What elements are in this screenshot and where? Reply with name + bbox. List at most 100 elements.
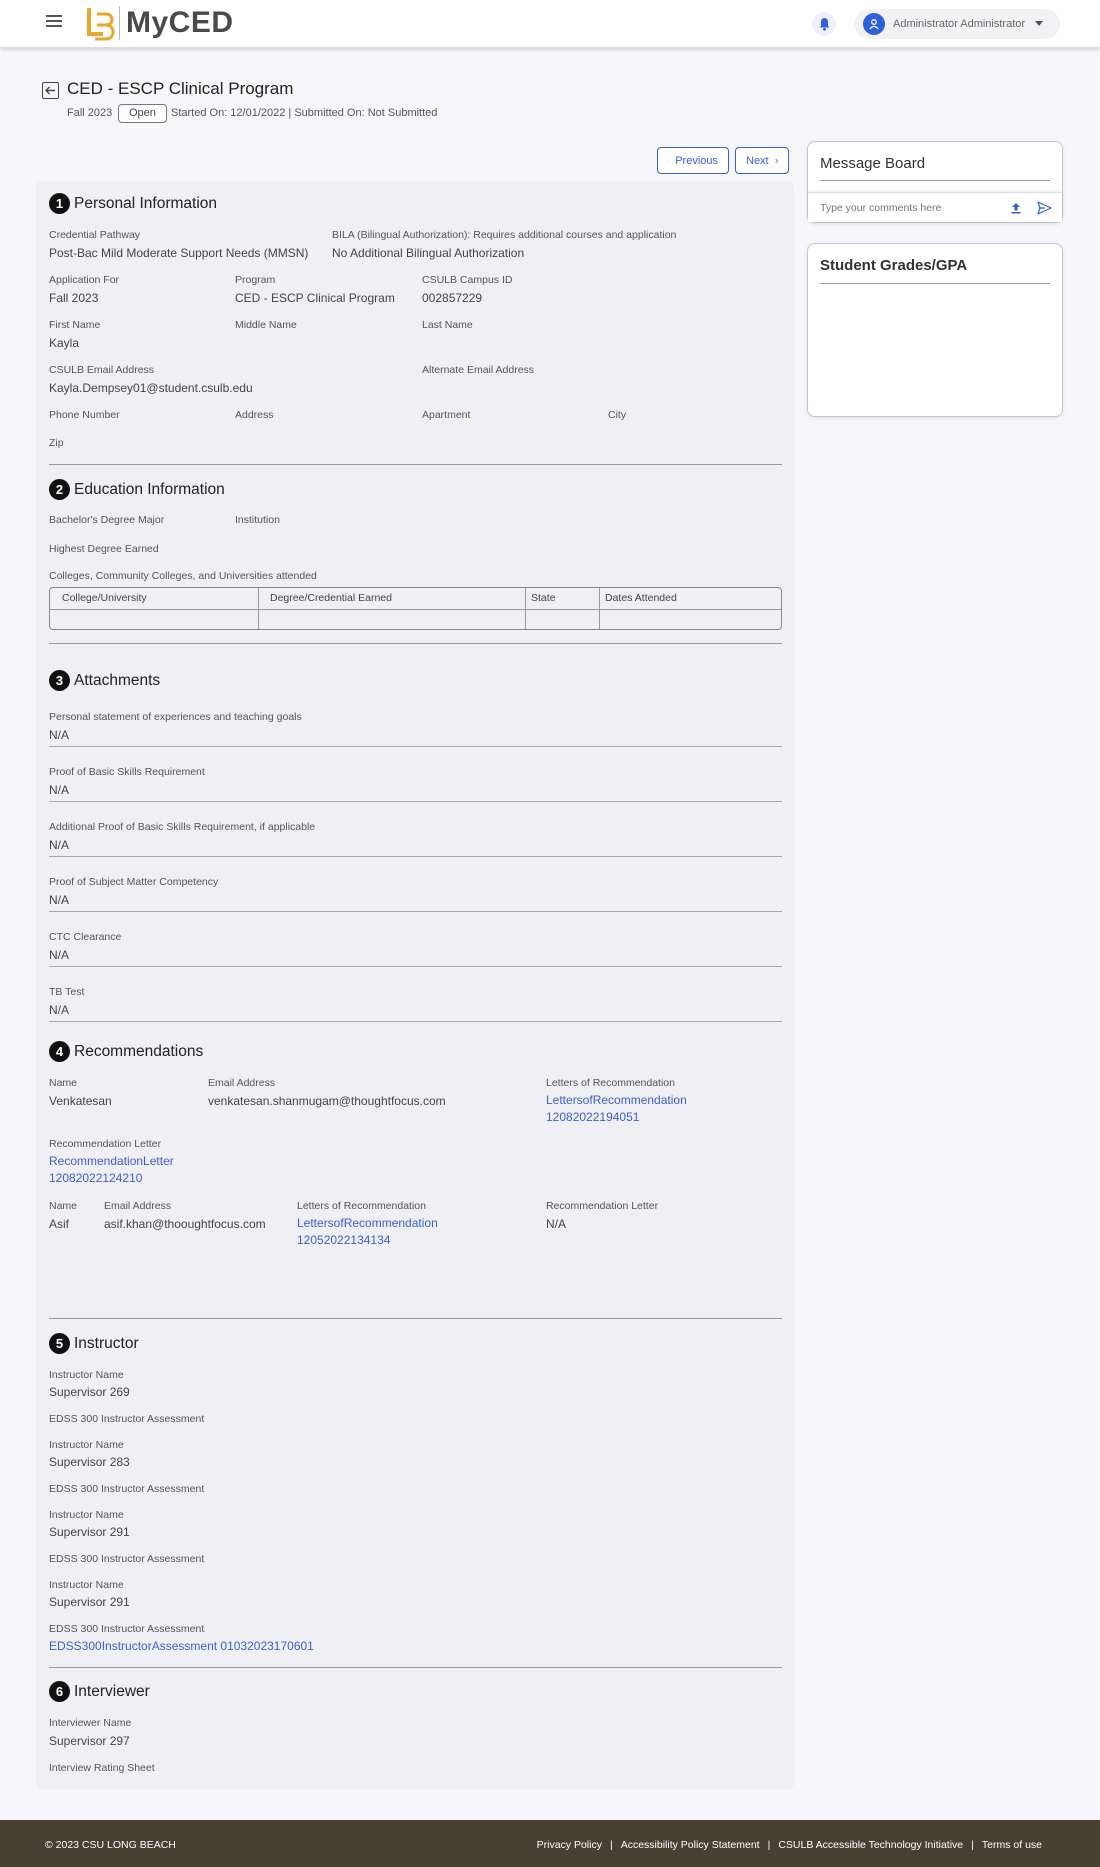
attachment-underline (49, 746, 782, 747)
csulb-email-label: CSULB Email Address (49, 364, 155, 376)
letters-of-recommendation-link[interactable]: LettersofRecommendation 12052022134134 (297, 1215, 438, 1249)
section-personal-information: 1 Personal Information (49, 193, 217, 214)
instructor-name: Supervisor 283 (49, 1455, 130, 1469)
recommender-email: asif.khan@thooughtfocus.com (104, 1217, 266, 1231)
instructor-name: Supervisor 269 (49, 1385, 130, 1399)
page-title: CED - ESCP Clinical Program (67, 79, 294, 98)
send-icon[interactable] (1037, 201, 1052, 215)
chevron-left-icon (668, 159, 670, 162)
instructor-name-label: Instructor Name (49, 1439, 124, 1451)
application-dates: Started On: 12/01/2022 | Submitted On: N… (171, 107, 438, 119)
instructor-assessment-label: EDSS 300 Instructor Assessment (49, 1623, 205, 1635)
user-icon (863, 13, 885, 35)
copyright: © 2023 CSU LONG BEACH (45, 1839, 176, 1851)
first-name-label: First Name (49, 319, 101, 331)
section-title: Recommendations (74, 1042, 204, 1060)
instructor-name-label: Instructor Name (49, 1579, 124, 1591)
attachment-underline (49, 966, 782, 967)
application-for-value: Fall 2023 (49, 291, 99, 305)
attachment-value: N/A (49, 838, 70, 852)
middle-name-label: Middle Name (235, 319, 297, 331)
previous-label: Previous (675, 154, 718, 167)
user-menu[interactable]: Administrator Administrator (854, 9, 1060, 39)
footer-separator: | (971, 1839, 974, 1851)
section-title: Personal Information (74, 194, 218, 212)
interviewer-name: Supervisor 297 (49, 1734, 130, 1748)
colleges-attended-label: Colleges, Community Colleges, and Univer… (49, 570, 317, 582)
section-title: Instructor (74, 1334, 139, 1352)
accessible-technology-link[interactable]: CSULB Accessible Technology Initiative (778, 1839, 963, 1851)
recommender-name-label: Name (49, 1077, 78, 1089)
section-recommendations: 4 Recommendations (49, 1041, 203, 1062)
last-name-label: Last Name (422, 319, 473, 331)
attachment-label: Additional Proof of Basic Skills Require… (49, 821, 316, 833)
next-button[interactable]: Next (735, 147, 789, 174)
menu-icon[interactable] (46, 15, 62, 29)
caret-down-icon (1035, 21, 1043, 26)
message-board-card: Message Board Type your comments here (807, 141, 1063, 223)
application-details-card (36, 181, 794, 1789)
apartment-label: Apartment (422, 409, 471, 421)
section-education-information: 2 Education Information (49, 479, 225, 500)
first-name-value: Kayla (49, 336, 80, 350)
title-rule (820, 180, 1050, 181)
campus-id-label: CSULB Campus ID (422, 274, 513, 286)
table-header: College/University (62, 592, 147, 604)
student-grades-card: Student Grades/GPA (807, 243, 1063, 417)
upload-icon[interactable] (1010, 202, 1022, 214)
table-header: Dates Attended (605, 592, 677, 604)
instructor-name-label: Instructor Name (49, 1509, 124, 1521)
section-number: 6 (49, 1681, 70, 1702)
attachment-label: Proof of Subject Matter Competency (49, 876, 219, 888)
attachment-label: TB Test (49, 986, 85, 998)
link-line: 12052022134134 (297, 1233, 391, 1247)
letters-of-recommendation-label: Letters of Recommendation (297, 1200, 426, 1212)
privacy-policy-link[interactable]: Privacy Policy (537, 1839, 602, 1851)
program-label: Program (235, 274, 276, 286)
instructor-assessment-label: EDSS 300 Instructor Assessment (49, 1483, 205, 1495)
bila-value: No Additional Bilingual Authorization (332, 246, 525, 260)
instructor-name: Supervisor 291 (49, 1595, 130, 1609)
address-label: Address (235, 409, 274, 421)
recommender-name-label: Name (49, 1200, 78, 1212)
instructor-name: Supervisor 291 (49, 1525, 130, 1539)
attachment-value: N/A (49, 1003, 70, 1017)
link-line: LettersofRecommendation (546, 1093, 687, 1107)
student-grades-title: Student Grades/GPA (820, 257, 968, 274)
terms-of-use-link[interactable]: Terms of use (982, 1839, 1042, 1851)
footer-links: Privacy Policy | Accessibility Policy St… (537, 1839, 1042, 1851)
brand-name[interactable]: MyCED (126, 6, 234, 40)
accessibility-policy-link[interactable]: Accessibility Policy Statement (621, 1839, 760, 1851)
back-arrow-icon[interactable] (42, 82, 59, 99)
next-label: Next (746, 154, 769, 167)
section-instructor: 5 Instructor (49, 1333, 139, 1354)
letters-of-recommendation-link[interactable]: LettersofRecommendation 12082022194051 (546, 1092, 687, 1126)
recommendation-letter-value: N/A (546, 1217, 567, 1231)
attachment-value: N/A (49, 948, 70, 962)
footer: © 2023 CSU LONG BEACH Privacy Policy | A… (0, 1820, 1100, 1867)
section-divider (49, 1667, 782, 1668)
credential-pathway-value: Post-Bac Mild Moderate Support Needs (MM… (49, 246, 309, 260)
recommender-email-label: Email Address (208, 1077, 276, 1089)
previous-button[interactable]: Previous (657, 147, 729, 174)
instructor-assessment-label: EDSS 300 Instructor Assessment (49, 1413, 205, 1425)
application-for-label: Application For (49, 274, 120, 286)
recommender-name: Venkatesan (49, 1094, 112, 1108)
alternate-email-label: Alternate Email Address (422, 364, 535, 376)
link-line: 12082022194051 (546, 1110, 640, 1124)
bell-icon[interactable] (812, 12, 836, 36)
recommendation-letter-label: Recommendation Letter (49, 1138, 162, 1150)
interview-rating-label: Interview Rating Sheet (49, 1762, 155, 1774)
instructor-assessment-label: EDSS 300 Instructor Assessment (49, 1553, 205, 1565)
section-divider (49, 1318, 782, 1319)
footer-separator: | (767, 1839, 771, 1851)
recommender-name: Asif (49, 1217, 70, 1231)
section-title: Attachments (74, 671, 161, 689)
logo-divider (119, 6, 120, 40)
instructor-assessment-link[interactable]: EDSS300InstructorAssessment 010320231706… (49, 1638, 314, 1655)
attachment-value: N/A (49, 728, 70, 742)
recommendation-letter-link[interactable]: RecommendationLetter 12082022124210 (49, 1153, 174, 1187)
section-interviewer: 6 Interviewer (49, 1681, 150, 1702)
comment-input[interactable]: Type your comments here (808, 192, 1062, 222)
section-number: 1 (49, 193, 70, 214)
